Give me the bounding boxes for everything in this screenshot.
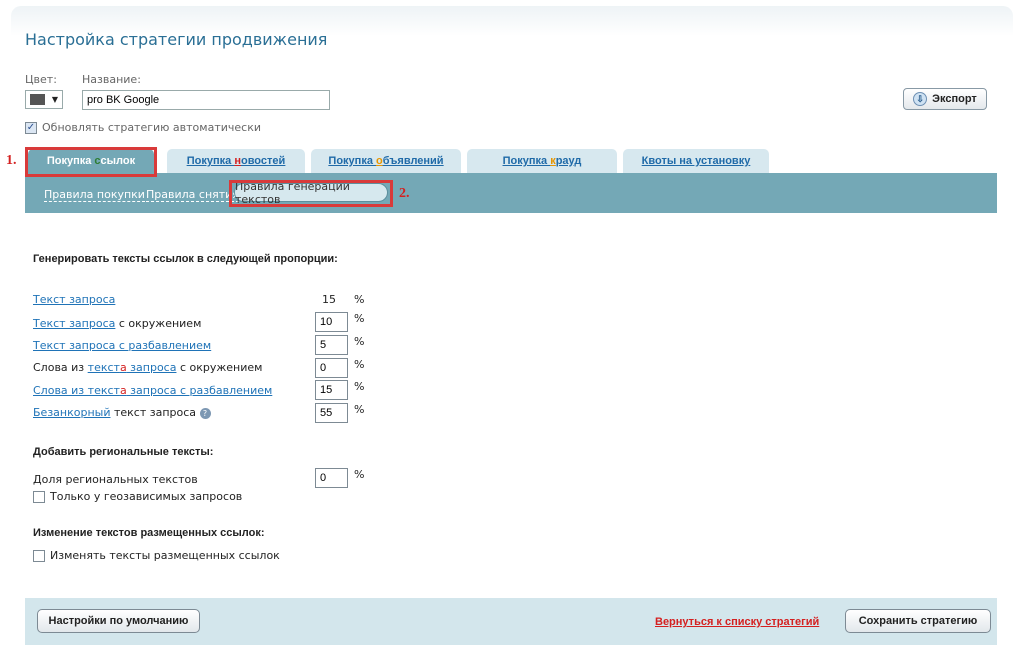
- row-words-surrounding: Слова из текста запроса с окружением: [33, 361, 263, 374]
- strategy-name-input[interactable]: [82, 90, 330, 110]
- row-query-surrounding: Текст запроса с окружением: [33, 317, 202, 330]
- save-strategy-button[interactable]: Сохранить стратегию: [845, 609, 991, 633]
- subtab-buy-rules[interactable]: Правила покупки: [44, 189, 145, 202]
- percent-sign: %: [354, 403, 365, 416]
- change-texts-checkbox[interactable]: [33, 549, 45, 562]
- words-dilution-link[interactable]: Слова из текста запроса с разбавлением: [33, 384, 272, 397]
- percent-sign: %: [354, 358, 365, 371]
- color-swatch: [30, 94, 45, 105]
- tab-buy-ads[interactable]: Покупка объявлений: [311, 149, 461, 173]
- percent-sign: %: [354, 293, 365, 306]
- tab-buy-crowd[interactable]: Покупка крауд: [467, 149, 617, 173]
- color-picker[interactable]: ▼: [25, 90, 63, 109]
- annotation-frame-tab: [25, 147, 157, 177]
- tab-label: Квоты на установку: [641, 155, 751, 167]
- percent-sign: %: [354, 312, 365, 325]
- tab-buy-news[interactable]: Покупка новостей: [167, 149, 305, 173]
- export-button-label: Экспорт: [932, 93, 977, 105]
- annotation-frame-subtab: [229, 180, 393, 207]
- default-settings-button[interactable]: Настройки по умолчанию: [37, 609, 200, 633]
- section-proportions-title: Генерировать тексты ссылок в следующей п…: [33, 253, 338, 265]
- change-texts-label: Изменять тексты размещенных ссылок: [50, 549, 280, 562]
- query-text-value: 15: [322, 293, 336, 306]
- name-label: Название:: [82, 73, 141, 86]
- auto-update-row: ✓ Обновлять стратегию автоматически: [25, 121, 261, 134]
- section-regional-title: Добавить региональные тексты:: [33, 446, 214, 458]
- geo-only-row: Только у геозависимых запросов: [33, 490, 242, 503]
- row-query-dilution: Текст запроса с разбавлением: [33, 339, 211, 355]
- change-texts-row: Изменять тексты размещенных ссылок: [33, 549, 280, 562]
- tab-label: Покупка новостей: [186, 155, 286, 167]
- row-words-dilution: Слова из текста запроса с разбавлением: [33, 384, 272, 400]
- tab-install-quotas[interactable]: Квоты на установку: [623, 149, 769, 173]
- export-arrow-icon: ⇩: [913, 92, 928, 106]
- geo-only-label: Только у геозависимых запросов: [50, 490, 243, 503]
- auto-update-checkbox[interactable]: ✓: [25, 121, 37, 134]
- chevron-down-icon: ▼: [51, 95, 58, 104]
- help-icon[interactable]: ?: [199, 407, 211, 419]
- query-dilution-input[interactable]: [315, 335, 348, 355]
- geo-only-checkbox[interactable]: [33, 490, 45, 503]
- words-dilution-input[interactable]: [315, 380, 348, 400]
- page-title: Настройка стратегии продвижения: [25, 30, 328, 49]
- anchorless-input[interactable]: [315, 403, 348, 423]
- subtab-removal-rules[interactable]: Правила снятия: [146, 189, 239, 202]
- percent-sign: %: [354, 335, 365, 348]
- query-surrounding-input[interactable]: [315, 312, 348, 332]
- row-query-text: Текст запроса: [33, 293, 115, 309]
- section-change-title: Изменение текстов размещенных ссылок:: [33, 527, 265, 539]
- words-surrounding-input[interactable]: [315, 358, 348, 378]
- words-query-link[interactable]: текста запроса: [88, 361, 177, 374]
- query-text-link[interactable]: Текст запроса: [33, 293, 115, 306]
- back-to-strategies-link[interactable]: Вернуться к списку стратегий: [655, 616, 819, 628]
- color-label: Цвет:: [25, 73, 57, 86]
- anchorless-link[interactable]: Безанкорный: [33, 406, 110, 419]
- row-anchorless: Безанкорный текст запроса ?: [33, 406, 211, 422]
- export-button[interactable]: ⇩ Экспорт: [903, 88, 987, 110]
- query-dilution-link[interactable]: Текст запроса с разбавлением: [33, 339, 211, 352]
- query-text-link[interactable]: Текст запроса: [33, 317, 115, 330]
- annotation-marker-1: 1.: [6, 153, 17, 168]
- regional-share-input[interactable]: [315, 468, 348, 488]
- percent-sign: %: [354, 380, 365, 393]
- regional-share-label: Доля региональных текстов: [33, 473, 198, 486]
- annotation-marker-2: 2.: [399, 186, 410, 201]
- auto-update-label: Обновлять стратегию автоматически: [42, 121, 261, 134]
- percent-sign: %: [354, 468, 365, 481]
- tab-label: Покупка крауд: [502, 155, 582, 167]
- tab-label: Покупка объявлений: [328, 155, 444, 167]
